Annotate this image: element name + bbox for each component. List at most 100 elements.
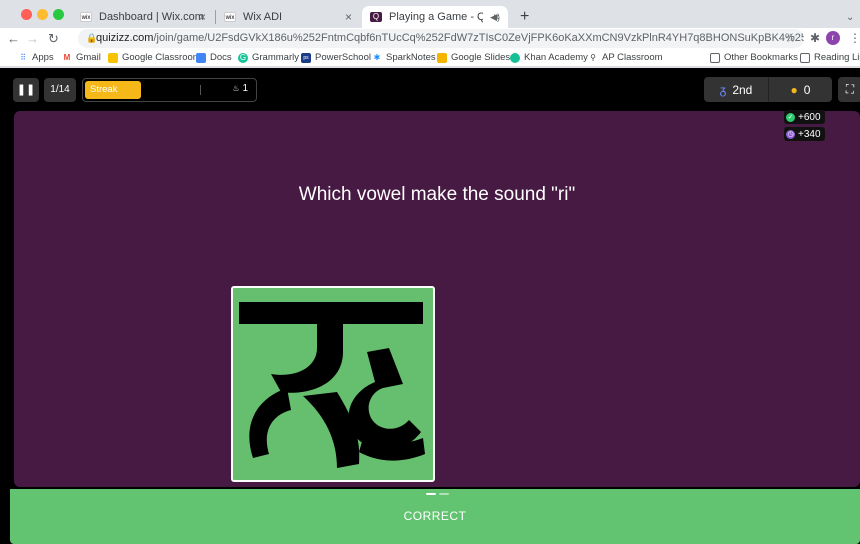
score-display: ● 0 (768, 77, 832, 102)
devanagari-ri-glyph (239, 302, 425, 468)
bookmark-label: Grammarly (252, 52, 299, 63)
bookmark-label: PowerSchool (315, 52, 371, 63)
bookmark-label: Apps (32, 52, 54, 63)
tab-label: Wix ADI (243, 11, 283, 23)
url-host: quizizz.com (96, 32, 154, 44)
folder-icon (710, 52, 720, 63)
docs-icon (196, 52, 206, 63)
bookmark-label: SparkNotes (386, 52, 436, 63)
bookmarks-bar: ⠿ Apps M Gmail Google Classroom Docs G G… (0, 49, 860, 67)
menu-icon[interactable]: ⋮ (849, 31, 860, 45)
bookmark-grammarly[interactable]: G Grammarly (238, 52, 299, 63)
bookmark-sparknotes[interactable]: ✱ SparkNotes (372, 52, 436, 63)
reading-list-icon (800, 52, 810, 63)
bookmark-label: Docs (210, 52, 232, 63)
fullscreen-button[interactable]: ⛶ (838, 77, 860, 102)
lock-icon: 🔒 (86, 33, 98, 43)
close-tab-icon[interactable]: × (199, 10, 206, 24)
bookmark-label: Other Bookmarks (724, 52, 798, 63)
medal-icon: ᵹ (719, 82, 727, 97)
sparknotes-icon: ✱ (373, 52, 381, 62)
quiz-topbar: ❚❚ 1/14 Streak ♨ 1 ᵹ 2nd ● 0 ⛶ (0, 68, 860, 108)
grammarly-icon: G (238, 52, 248, 63)
pause-icon: ❚❚ (16, 84, 36, 96)
check-icon: ✓ (786, 112, 795, 122)
reload-icon[interactable]: ↻ (48, 31, 59, 47)
rank-score-box: ᵹ 2nd ● 0 (704, 77, 832, 102)
tab-wix-adi[interactable]: wix Wix ADI × (216, 6, 360, 28)
result-banner: CORRECT (10, 489, 860, 544)
wix-icon: wix (80, 12, 92, 22)
extensions-icon[interactable]: ✱ (810, 31, 820, 45)
bookmark-docs[interactable]: Docs (196, 52, 232, 63)
question-counter: 1/14 (44, 78, 76, 102)
ap-classroom-icon: ⚲ (590, 52, 596, 62)
khan-academy-icon (510, 52, 520, 63)
coin-icon: ● (790, 82, 798, 97)
close-tab-icon[interactable]: × (493, 10, 500, 24)
streak-label: Streak (90, 84, 118, 95)
address-toolbar: ← → ↻ 🔒 quizizz.com/join/game/U2FsdGVkX1… (0, 28, 860, 49)
gmail-icon: M (63, 52, 71, 62)
answer-option-correct[interactable] (231, 286, 435, 482)
tab-label: Dashboard | Wix.com (99, 11, 204, 23)
url-path: /join/game/U2FsdGVkX186u%252FntmCqbf6nTU… (153, 32, 804, 44)
bookmark-reading-list[interactable]: Reading List (800, 52, 860, 63)
minimize-window-button[interactable] (37, 9, 48, 20)
address-bar[interactable]: 🔒 quizizz.com/join/game/U2FsdGVkX186u%25… (78, 29, 804, 48)
bookmark-label: AP Classroom (602, 52, 663, 63)
tab-search-icon[interactable]: ⌄ (838, 6, 860, 28)
streak-bar: Streak ♨ 1 (82, 78, 257, 102)
clock-icon: ◷ (786, 129, 795, 139)
rank-display: ᵹ 2nd (704, 77, 768, 102)
tab-label: Playing a Game - Quizizz (389, 11, 484, 23)
quizizz-icon: Q (370, 12, 382, 22)
powerschool-icon: ps (301, 52, 311, 63)
bookmark-label: Khan Academy (524, 52, 588, 63)
bookmark-gmail[interactable]: M Gmail (62, 52, 101, 63)
apps-grid-icon: ⠿ (20, 52, 26, 62)
streak-marker (200, 85, 201, 95)
wix-icon: wix (224, 12, 236, 22)
tab-strip: wix Dashboard | Wix.com × wix Wix ADI × … (0, 0, 860, 28)
bookmark-label: Reading List (814, 52, 860, 63)
pause-button[interactable]: ❚❚ (13, 78, 39, 102)
bookmark-khan-academy[interactable]: Khan Academy (510, 52, 588, 63)
bonus-time-badge: ◷ +340 (784, 127, 825, 141)
tab-dashboard-wix[interactable]: wix Dashboard | Wix.com × (72, 6, 214, 28)
tab-quizizz[interactable]: Q Playing a Game - Quizizz ◀) × (362, 6, 508, 28)
quiz-app: ❚❚ 1/14 Streak ♨ 1 ᵹ 2nd ● 0 ⛶ ✓ +600 ◷ … (0, 68, 860, 544)
drag-handle-secondary (439, 493, 449, 495)
browser-window: wix Dashboard | Wix.com × wix Wix ADI × … (0, 0, 860, 544)
forward-icon[interactable]: → (26, 31, 39, 46)
streak-count: ♨ 1 (232, 83, 248, 94)
bookmark-star-icon[interactable]: ☆ (785, 31, 796, 45)
bookmark-other[interactable]: Other Bookmarks (710, 52, 798, 63)
fullscreen-icon: ⛶ (845, 82, 855, 96)
back-icon[interactable]: ← (7, 31, 20, 46)
bookmark-google-slides[interactable]: Google Slides (437, 52, 510, 63)
streak-fill: Streak (85, 81, 141, 99)
maximize-window-button[interactable] (53, 9, 64, 20)
score-value: 0 (803, 82, 811, 97)
google-classroom-icon (108, 52, 118, 63)
bookmark-apps[interactable]: ⠿ Apps (18, 52, 54, 63)
bookmark-google-classroom[interactable]: Google Classroom (108, 52, 201, 63)
bonus-correct-value: +600 (798, 111, 821, 123)
bonus-correct-badge: ✓ +600 (784, 110, 825, 124)
bookmark-label: Gmail (76, 52, 101, 63)
bookmark-ap-classroom[interactable]: ⚲ AP Classroom (588, 52, 663, 63)
new-tab-button[interactable]: + (512, 6, 537, 28)
close-window-button[interactable] (21, 9, 32, 20)
profile-avatar[interactable]: r (826, 31, 840, 45)
flame-icon: ♨ (232, 84, 240, 93)
close-tab-icon[interactable]: × (345, 10, 352, 24)
bonus-time-value: +340 (798, 128, 821, 140)
bookmark-label: Google Classroom (122, 52, 201, 63)
bookmark-powerschool[interactable]: ps PowerSchool (301, 52, 371, 63)
google-slides-icon (437, 52, 447, 63)
drag-handle[interactable] (426, 493, 436, 495)
question-text: Which vowel make the sound "ri" (298, 184, 576, 205)
question-panel: ✓ +600 ◷ +340 Which vowel make the sound… (14, 110, 860, 487)
bookmark-label: Google Slides (451, 52, 511, 63)
